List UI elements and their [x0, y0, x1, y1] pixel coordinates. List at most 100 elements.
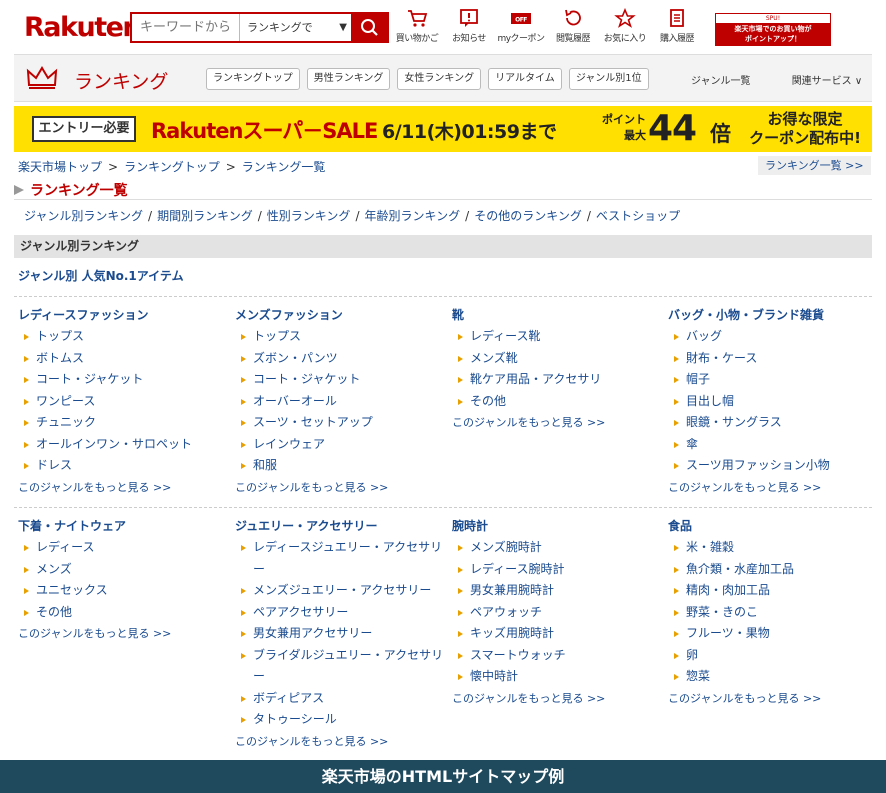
- genre-more-link[interactable]: このジャンルをもっと見る >>: [668, 688, 873, 710]
- genre-item[interactable]: 和服: [235, 455, 440, 477]
- genre-item[interactable]: 男女兼用アクセサリー: [235, 623, 440, 645]
- genre-top-items-link[interactable]: ジャンル別 人気No.1アイテム: [18, 267, 184, 284]
- category-link[interactable]: 期間別ランキング: [157, 209, 253, 223]
- genre-more-link[interactable]: このジャンルをもっと見る >>: [452, 688, 657, 710]
- genre-item[interactable]: レディース靴: [452, 326, 657, 348]
- genre-item[interactable]: トップス: [235, 326, 440, 348]
- genre-item[interactable]: オーバーオール: [235, 391, 440, 413]
- category-link[interactable]: ベストショップ: [596, 209, 680, 223]
- genre-item[interactable]: トップス: [18, 326, 223, 348]
- header-link-history[interactable]: 閲覧履歴: [547, 8, 599, 44]
- genre-title[interactable]: レディースファッション: [18, 304, 223, 326]
- genre-item[interactable]: 米・雑穀: [668, 537, 873, 559]
- genre-title[interactable]: 腕時計: [452, 515, 657, 537]
- genre-item[interactable]: 靴ケア用品・アクセサリ: [452, 369, 657, 391]
- spu-banner[interactable]: SPU! 楽天市場でのお買い物が ポイントアップ！: [715, 13, 831, 46]
- genre-more-link[interactable]: このジャンルをもっと見る >>: [18, 477, 223, 499]
- genre-item[interactable]: 傘: [668, 434, 873, 456]
- genre-item[interactable]: 卵: [668, 645, 873, 667]
- genre-item[interactable]: レインウェア: [235, 434, 440, 456]
- breadcrumb-item[interactable]: ランキングトップ: [124, 160, 220, 174]
- genre-title[interactable]: ジュエリー・アクセサリー: [235, 515, 440, 537]
- genre-item[interactable]: ブライダルジュエリー・アクセサリー: [235, 645, 445, 688]
- ranking-title[interactable]: ランキング: [74, 67, 168, 94]
- breadcrumb-item[interactable]: ランキング一覧: [242, 160, 326, 174]
- genre-item[interactable]: 目出し帽: [668, 391, 873, 413]
- genre-item[interactable]: ドレス: [18, 455, 223, 477]
- genre-item[interactable]: 帽子: [668, 369, 873, 391]
- genre-item[interactable]: チュニック: [18, 412, 223, 434]
- super-sale-banner[interactable]: エントリー必要 Rakutenスーパ－SALE 6/11(木)01:59まで ポ…: [14, 106, 872, 152]
- tab-realtime[interactable]: リアルタイム: [488, 68, 562, 90]
- search-scope-select[interactable]: ランキングで ▼: [241, 14, 353, 41]
- genre-item[interactable]: 懐中時計: [452, 666, 657, 688]
- genre-item[interactable]: その他: [452, 391, 657, 413]
- genre-title[interactable]: 下着・ナイトウェア: [18, 515, 223, 537]
- header-link-label: 閲覧履歴: [555, 34, 591, 44]
- genre-item[interactable]: スーツ・セットアップ: [235, 412, 440, 434]
- genre-item[interactable]: 惣菜: [668, 666, 873, 688]
- header-link-notification[interactable]: お知らせ: [443, 8, 495, 44]
- genre-more-link[interactable]: このジャンルをもっと見る >>: [235, 731, 440, 753]
- genre-item[interactable]: その他: [18, 602, 223, 624]
- genre-item[interactable]: メンズ靴: [452, 348, 657, 370]
- genre-item[interactable]: メンズ腕時計: [452, 537, 657, 559]
- genre-item[interactable]: メンズ: [18, 559, 223, 581]
- genre-title[interactable]: 靴: [452, 304, 657, 326]
- genre-item[interactable]: レディース腕時計: [452, 559, 657, 581]
- tab-genre-first[interactable]: ジャンル別1位: [568, 68, 649, 90]
- genre-title[interactable]: メンズファッション: [235, 304, 440, 326]
- category-link[interactable]: 性別ランキング: [267, 209, 351, 223]
- genre-item[interactable]: バッグ: [668, 326, 873, 348]
- genre-item[interactable]: 魚介類・水産加工品: [668, 559, 873, 581]
- genre-item[interactable]: 野菜・きのこ: [668, 602, 873, 624]
- category-link[interactable]: 年齢別ランキング: [365, 209, 461, 223]
- header-link-label: myクーポン: [497, 34, 545, 44]
- header-link-favorites[interactable]: お気に入り: [599, 8, 651, 44]
- genre-title[interactable]: バッグ・小物・ブランド雑貨: [668, 304, 873, 326]
- genre-item[interactable]: ボディピアス: [235, 688, 440, 710]
- genre-item[interactable]: タトゥーシール: [235, 709, 440, 731]
- genre-more-link[interactable]: このジャンルをもっと見る >>: [452, 412, 657, 434]
- genre-item[interactable]: キッズ用腕時計: [452, 623, 657, 645]
- genre-item[interactable]: 眼鏡・サングラス: [668, 412, 873, 434]
- genre-item[interactable]: ユニセックス: [18, 580, 223, 602]
- genre-item[interactable]: ペアウォッチ: [452, 602, 657, 624]
- genre-item[interactable]: スーツ用ファッション小物: [668, 455, 873, 477]
- genre-item[interactable]: オールインワン・サロペット: [18, 434, 223, 456]
- genre-item[interactable]: スマートウォッチ: [452, 645, 657, 667]
- genre-item[interactable]: コート・ジャケット: [235, 369, 440, 391]
- tab-ranking-top[interactable]: ランキングトップ: [206, 68, 300, 90]
- category-link[interactable]: ジャンル別ランキング: [24, 209, 143, 223]
- genre-more-link[interactable]: このジャンルをもっと見る >>: [235, 477, 440, 499]
- genre-more-link[interactable]: このジャンルをもっと見る >>: [668, 477, 873, 499]
- header-link-cart[interactable]: 買い物かご: [391, 8, 443, 44]
- genre-title[interactable]: 食品: [668, 515, 873, 537]
- genre-item[interactable]: フルーツ・果物: [668, 623, 873, 645]
- genre-item[interactable]: 男女兼用腕時計: [452, 580, 657, 602]
- genre-item[interactable]: レディース: [18, 537, 223, 559]
- ranking-list-button[interactable]: ランキング一覧 >>: [758, 156, 871, 175]
- genre-item[interactable]: レディースジュエリー・アクセサリー: [235, 537, 445, 580]
- tab-men-ranking[interactable]: 男性ランキング: [306, 68, 391, 90]
- genre-list-link[interactable]: ジャンル一覧: [691, 76, 751, 87]
- genre-item[interactable]: ボトムス: [18, 348, 223, 370]
- rakuten-logo[interactable]: Rakuten: [24, 12, 142, 43]
- category-link[interactable]: その他のランキング: [474, 209, 582, 223]
- search-button[interactable]: [351, 14, 387, 41]
- genre-item[interactable]: 精肉・肉加工品: [668, 580, 873, 602]
- genre-item[interactable]: コート・ジャケット: [18, 369, 223, 391]
- search-input[interactable]: [132, 14, 240, 41]
- genre-item[interactable]: ワンピース: [18, 391, 223, 413]
- header-link-purchase-history[interactable]: 購入履歴: [651, 8, 703, 44]
- genre-item[interactable]: ペアアクセサリー: [235, 602, 440, 624]
- tab-women-ranking[interactable]: 女性ランキング: [397, 68, 482, 90]
- genre-item[interactable]: メンズジュエリー・アクセサリー: [235, 580, 440, 602]
- breadcrumb-item[interactable]: 楽天市場トップ: [18, 160, 102, 174]
- header-link-coupon[interactable]: OFF myクーポン: [495, 8, 547, 44]
- related-services-menu[interactable]: 関連サービス ∨: [792, 76, 863, 87]
- genre-item[interactable]: 財布・ケース: [668, 348, 873, 370]
- genre-item[interactable]: ズボン・パンツ: [235, 348, 440, 370]
- ranking-nav: ランキング ランキングトップ 男性ランキング 女性ランキング リアルタイム ジャ…: [14, 54, 872, 102]
- genre-more-link[interactable]: このジャンルをもっと見る >>: [18, 623, 223, 645]
